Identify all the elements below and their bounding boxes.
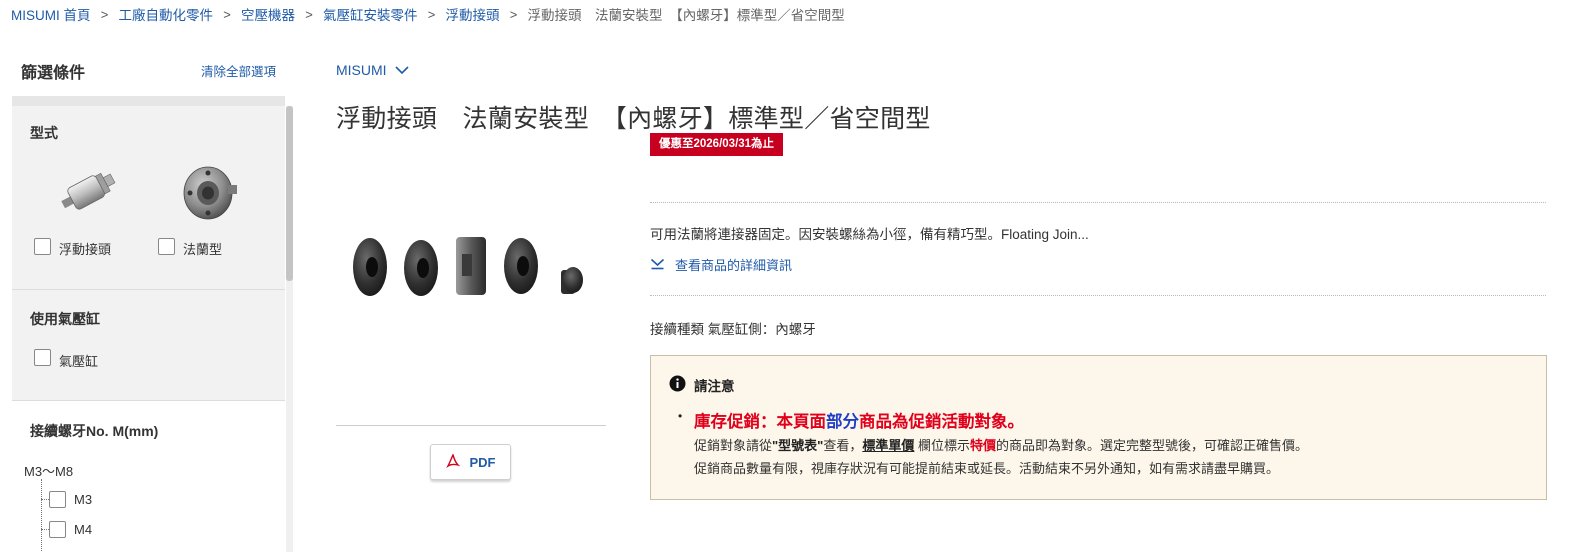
sidebar-scroll-thumb[interactable] <box>286 106 293 281</box>
breadcrumb-link-pneumatics[interactable]: 空壓機器 <box>241 4 295 24</box>
breadcrumb-link-floating-joints[interactable]: 浮動接頭 <box>446 4 500 24</box>
floating-joint-thumbnail[interactable] <box>52 164 122 220</box>
standard-price-ref: 標準單價 <box>862 438 915 453</box>
promo-badge: 優惠至2026/03/31為止 <box>650 133 784 156</box>
filter-body: 型式 浮動接頭 法蘭型 使用氣壓缸 氣壓缸 接續螺牙No. M(mm) M3～M… <box>12 106 285 552</box>
dotted-divider <box>650 202 1546 203</box>
dotted-divider <box>650 295 1546 296</box>
notice-line1-a: 促銷對象請從 <box>694 438 773 453</box>
notice-header: 請注意 <box>669 375 735 395</box>
pdf-download-button[interactable]: PDF <box>430 444 511 480</box>
chevron-right-icon: > <box>223 6 231 22</box>
checkbox-cylinder[interactable] <box>34 349 51 366</box>
special-price-ref: 特價 <box>970 438 997 453</box>
chevron-right-icon: > <box>305 6 313 22</box>
chevron-right-icon: > <box>100 6 109 22</box>
filter-sidebar: 篩選條件 清除全部選項 型式 浮動接頭 法蘭型 使用氣壓缸 氣壓缸 接續螺牙No… <box>12 44 293 552</box>
checkbox-m3[interactable] <box>49 491 66 508</box>
tree-connector <box>41 499 49 500</box>
product-title: 浮動接頭 法蘭安裝型 【內螺牙】標準型／省空間型 <box>336 105 931 133</box>
notice-line1-e: 欄位標示 <box>914 438 970 453</box>
breadcrumb-link-cylinder-mounts[interactable]: 氣壓缸安裝零件 <box>323 4 418 24</box>
filter-title: 篩選條件 <box>21 65 86 82</box>
notice-line-1: 促銷對象請從"型號表"查看，標準單價 欄位標示特價的商品即為對象。選定完整型號後… <box>694 435 1308 454</box>
filter-section-type-title: 型式 <box>30 125 58 141</box>
notice-box: 請注意 • 庫存促銷：本頁面部分商品為促銷活動對象。 促銷對象請從"型號表"查看… <box>650 355 1547 500</box>
model-table-ref: "型號表" <box>772 438 824 453</box>
option-label-flange-type: 法蘭型 <box>183 242 223 257</box>
info-icon <box>669 375 686 395</box>
filter-section-type: 型式 浮動接頭 法蘭型 <box>12 106 285 289</box>
chevron-right-icon: > <box>509 6 518 22</box>
pdf-icon <box>445 452 460 471</box>
pdf-label: PDF <box>469 454 496 470</box>
notice-promo-text: 庫存促銷：本頁面部分商品為促銷活動對象。 <box>694 408 1024 432</box>
notice-line1-c: 查看， <box>823 438 863 453</box>
filter-section-cylinder-title: 使用氣壓缸 <box>30 311 100 327</box>
product-description: 可用法蘭將連接器固定。因安裝螺絲為小徑，備有精巧型。Floating Join.… <box>650 227 1089 242</box>
breadcrumb-current: 浮動接頭 法蘭安裝型 【內螺牙】標準型／省空間型 <box>527 8 845 23</box>
connection-spec: 接續種類 氣壓缸側：內螺牙 <box>650 322 816 337</box>
brand-selector[interactable]: MISUMI <box>336 62 409 78</box>
expand-down-icon <box>650 257 665 273</box>
clear-all-button[interactable]: 清除全部選項 <box>201 61 276 80</box>
filter-divider <box>12 96 285 106</box>
filter-section-thread: 接續螺牙No. M(mm) M3～M8 M3 M4 <box>12 401 285 552</box>
option-label-m3: M3 <box>74 492 93 507</box>
flange-type-thumbnail[interactable] <box>178 160 242 222</box>
option-label-m4: M4 <box>74 522 93 537</box>
chevron-right-icon: > <box>427 6 436 22</box>
notice-heading: 請注意 <box>694 379 735 394</box>
checkbox-floating-joint[interactable] <box>34 238 51 255</box>
sidebar-scrollbar[interactable] <box>286 106 293 552</box>
tree-connector <box>41 529 49 530</box>
notice-line1-g: 的商品即為對象。選定完整型號後，可確認正確售價。 <box>996 438 1309 453</box>
brand-label: MISUMI <box>336 62 387 78</box>
option-label-floating-joint: 浮動接頭 <box>59 242 112 257</box>
breadcrumb-link-fa-parts[interactable]: 工廠自動化零件 <box>119 4 214 24</box>
notice-line-2: 促銷商品數量有限，視庫存狀況有可能提前結束或延長。活動結束不另外通知，如有需求請… <box>694 461 1280 476</box>
tree-connector <box>41 479 42 552</box>
detail-info-label: 查看商品的詳細資訊 <box>675 258 793 273</box>
chevron-down-icon <box>394 62 409 78</box>
filter-header: 篩選條件 清除全部選項 <box>12 44 285 96</box>
notice-promo-part1: 庫存促銷：本頁面 <box>694 413 826 431</box>
filter-section-cylinder: 使用氣壓缸 氣壓缸 <box>12 290 285 400</box>
notice-promo-part2: 部分 <box>826 413 859 431</box>
filter-section-thread-title: 接續螺牙No. M(mm) <box>30 423 159 439</box>
image-divider <box>336 425 606 426</box>
checkbox-m4[interactable] <box>49 521 66 538</box>
option-label-cylinder: 氣壓缸 <box>59 354 99 369</box>
thread-group-label[interactable]: M3～M8 <box>24 461 73 480</box>
notice-promo-part3: 商品為促銷活動對象。 <box>859 413 1024 431</box>
breadcrumb: MISUMI 首頁 > 工廠自動化零件 > 空壓機器 > 氣壓缸安裝零件 > 浮… <box>11 4 845 24</box>
bullet-icon: • <box>678 409 683 423</box>
breadcrumb-link-home[interactable]: MISUMI 首頁 <box>11 4 91 24</box>
product-image[interactable] <box>336 200 606 340</box>
checkbox-flange-type[interactable] <box>158 238 175 255</box>
detail-info-link[interactable]: 查看商品的詳細資訊 <box>650 255 792 274</box>
